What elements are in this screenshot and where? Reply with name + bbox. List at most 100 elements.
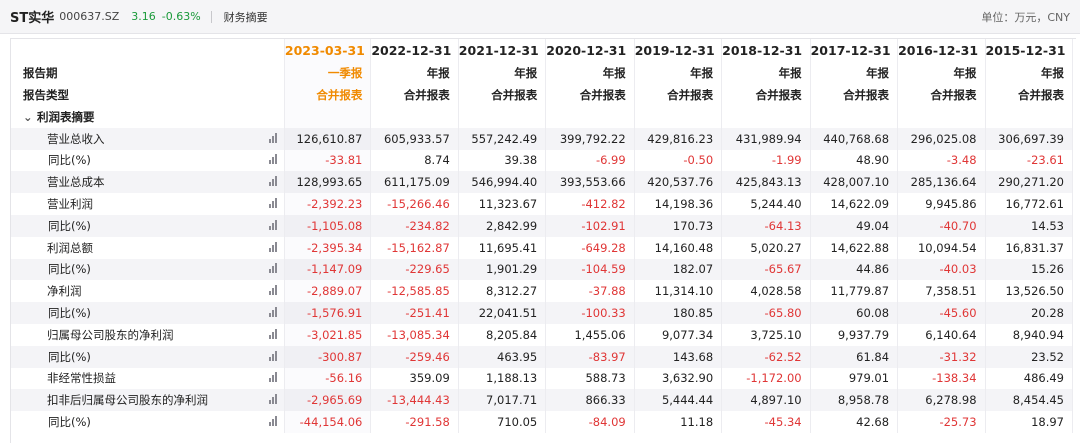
table-cell: -62.52	[721, 345, 811, 368]
table-cell: -37.88	[545, 280, 635, 303]
table-cell: -3.48	[897, 149, 986, 172]
table-cell: -1,576.91	[284, 302, 372, 324]
tab-financial-summary[interactable]: 财务摘要	[224, 9, 268, 25]
table-cell: 14,622.88	[810, 236, 899, 259]
column-date[interactable]: 2022-12-31	[370, 39, 459, 62]
table-row: 同比(%) -1,576.91 -251.41 22,041.51 -100.33 180…	[11, 302, 1074, 324]
table-cell: -83.97	[545, 345, 635, 368]
table-cell: -1,105.08	[284, 214, 372, 237]
row-label: 营业利润	[47, 197, 93, 212]
table-cell: -291.58	[370, 411, 459, 433]
table-cell: -56.16	[284, 367, 372, 390]
row-label: 归属母公司股东的净利润	[47, 327, 174, 342]
table-cell: 60.08	[810, 302, 899, 324]
table-cell: 5,444.44	[634, 389, 723, 412]
bar-chart-icon-glyph	[269, 307, 278, 318]
table-cell: 546,994.40	[458, 171, 547, 194]
table-cell: -84.09	[545, 411, 635, 433]
column-date[interactable]: 2019-12-31	[634, 39, 723, 62]
table-cell: 3,632.90	[634, 367, 723, 390]
table-cell: -45.60	[897, 302, 986, 324]
bar-chart-icon[interactable]	[262, 280, 285, 303]
bar-chart-icon[interactable]	[262, 302, 285, 324]
table-cell: 399,792.22	[545, 127, 635, 150]
table-cell: -2,965.69	[284, 389, 372, 412]
table-cell: 48.90	[810, 149, 899, 172]
table-cell: 23.52	[985, 345, 1074, 368]
table-row: 同比(%) -33.81 8.74 39.38 -6.99 -0.50 -1.99 48.90…	[11, 149, 1074, 172]
table-cell: 49.04	[810, 214, 899, 237]
table-cell: 7,358.51	[897, 280, 986, 303]
bar-chart-icon[interactable]	[262, 389, 285, 412]
table-cell: 13,526.50	[985, 280, 1074, 303]
bar-chart-icon-glyph	[269, 328, 278, 339]
row-label: 营业总成本	[11, 171, 263, 194]
header-divider	[210, 10, 212, 23]
table-cell: 1,188.13	[458, 367, 547, 390]
column-date[interactable]: 2015-12-31	[985, 39, 1074, 62]
row-label: 同比(%)	[48, 153, 91, 168]
table-cell: -6.99	[545, 149, 635, 172]
table-cell: -649.28	[545, 236, 635, 259]
bar-chart-icon[interactable]	[262, 345, 285, 368]
column-date[interactable]: 2017-12-31	[810, 39, 899, 62]
table-cell: 431,989.94	[721, 127, 811, 150]
table-cell: 979.01	[810, 367, 899, 390]
row-label-report-type: 报告类型	[23, 88, 69, 102]
row-label: 扣非后归属母公司股东的净利润	[11, 389, 263, 412]
table-cell: -23.61	[985, 149, 1074, 172]
column-date[interactable]: 2020-12-31	[545, 39, 635, 62]
table-cell: 14.53	[985, 214, 1074, 237]
table-row: 营业利润 -2,392.23 -15,266.46 11,323.67 -412.82 1…	[11, 193, 1074, 215]
row-label: 净利润	[47, 284, 82, 299]
table-cell: 44.86	[810, 258, 899, 281]
bar-chart-icon-glyph	[269, 372, 278, 383]
column-type: 合并报表	[985, 84, 1074, 106]
column-type: 合并报表	[545, 84, 635, 106]
bar-chart-icon[interactable]	[262, 323, 285, 346]
bar-chart-icon[interactable]	[262, 127, 285, 150]
header-corner	[11, 39, 262, 62]
header-row-type: 报告类型 合并报表 合并报表 合并报表 合并报表 合并报表 合并报表 合并报表 合并报表 合并报…	[11, 84, 1074, 106]
bar-chart-icon[interactable]	[262, 171, 285, 194]
table-cell: 5,244.40	[721, 193, 811, 215]
bar-chart-icon-glyph	[269, 219, 278, 230]
column-date[interactable]: 2018-12-31	[721, 39, 811, 62]
section-row-income[interactable]: ⌄ 利润表摘要	[11, 106, 1074, 128]
table-cell: 290,271.20	[985, 171, 1074, 194]
table-cell: 128,993.65	[284, 171, 372, 194]
bar-chart-icon[interactable]	[262, 149, 285, 172]
bar-chart-icon-glyph	[269, 176, 278, 187]
table-cell: -234.82	[370, 214, 459, 237]
table-cell: 16,772.61	[985, 193, 1074, 215]
table-cell: -2,889.07	[284, 280, 372, 303]
table-cell: 296,025.08	[897, 127, 986, 150]
table-cell: 14,160.48	[634, 236, 723, 259]
bar-chart-icon[interactable]	[262, 367, 285, 390]
table-row: 归属母公司股东的净利润 -3,021.85 -13,085.34 8,205.84 1,…	[11, 323, 1074, 346]
table-cell: 170.73	[634, 214, 723, 237]
financial-summary-table: 2023-03-31 2022-12-31 2021-12-31 2020-12-31…	[11, 39, 1074, 433]
chevron-down-icon[interactable]: ⌄	[23, 110, 37, 124]
bar-chart-icon[interactable]	[262, 214, 285, 237]
row-label: 同比(%)	[11, 258, 263, 281]
table-cell: -13,444.43	[370, 389, 459, 412]
column-date[interactable]: 2023-03-31	[284, 39, 372, 62]
table-cell: -13,085.34	[370, 323, 459, 346]
table-cell: 420,537.76	[634, 171, 723, 194]
bar-chart-icon[interactable]	[262, 193, 285, 215]
column-date[interactable]: 2021-12-31	[458, 39, 547, 62]
bar-chart-icon[interactable]	[262, 411, 285, 433]
column-period: 年报	[545, 62, 635, 84]
table-cell: -44,154.06	[284, 411, 372, 433]
table-cell: 8.74	[370, 149, 459, 172]
table-cell: -31.32	[897, 345, 986, 368]
bar-chart-icon[interactable]	[262, 236, 285, 259]
row-label: 同比(%)	[11, 302, 263, 324]
column-date[interactable]: 2016-12-31	[897, 39, 986, 62]
row-label: 同比(%)	[48, 415, 91, 430]
table-cell: 10,094.54	[897, 236, 986, 259]
table-cell: 866.33	[545, 389, 635, 412]
bar-chart-icon[interactable]	[262, 258, 285, 281]
row-label: 同比(%)	[11, 345, 263, 368]
